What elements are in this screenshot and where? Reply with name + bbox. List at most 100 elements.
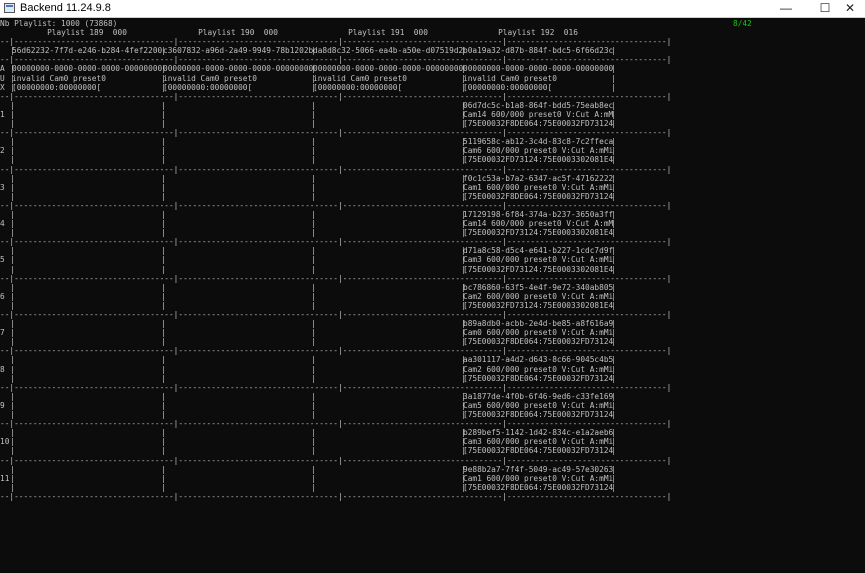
separator-line: --|----------------------------------|--… [0, 164, 672, 174]
entry-line: 2Cam6 600/000 preset0 V:Cut A:mMix002|||… [0, 146, 865, 155]
entry-line: [75E00032F8DE064:75E00032FD73124[| | | | | [0, 337, 865, 346]
column-separator: | [461, 300, 466, 310]
entry-id: 3a1877de-4f0b-6f46-9ed6-c33fe169 [463, 391, 613, 401]
column-separator: | [611, 46, 616, 56]
entry-line: 1Cam14 600/000 preset0 V:Cut A:mMix002||… [0, 110, 865, 119]
entry-info: Cam14 600/000 preset0 V:Cut A:mMix002 [463, 219, 613, 229]
column-separator: | [461, 391, 466, 401]
column-separator: | [10, 364, 15, 374]
column-separator: | [161, 291, 166, 301]
column-separator: | [161, 473, 166, 483]
column-separator: | [611, 328, 616, 338]
column-separator: | [311, 355, 316, 365]
playlist-id: da8d8c32-5066-ea4b-a50e-d07519d2 [313, 46, 463, 56]
column-separator: | [161, 400, 166, 410]
column-separator: | [461, 119, 466, 129]
row-marker: X [0, 82, 5, 92]
entry-id: f0c1c53a-b7a2-6347-ac5f-47162222 [463, 173, 613, 183]
column-separator: | [10, 182, 15, 192]
column-separator: | [611, 464, 616, 474]
column-separator: | [161, 119, 166, 129]
column-separator: | [611, 255, 616, 265]
column-separator: | [611, 319, 616, 329]
row-marker: A [0, 64, 5, 74]
column-separator: | [161, 228, 166, 238]
close-button[interactable]: ✕ [835, 0, 865, 17]
column-separator: | [311, 328, 316, 338]
entry-line: d71a8c58-d5c4-e641-b227-1cdc7d9f | | | | | [0, 246, 865, 255]
column-separator: | [611, 219, 616, 229]
entry-index: 6 [0, 291, 5, 301]
column-separator: | [461, 337, 466, 347]
separator-line: --|----------------------------------|--… [0, 237, 672, 247]
column-separator: | [611, 282, 616, 292]
entry-index: 10 [0, 437, 10, 447]
column-separator: | [161, 82, 166, 92]
column-separator: | [611, 300, 616, 310]
column-separator: | [311, 146, 316, 156]
column-separator: | [10, 328, 15, 338]
console-output[interactable]: Nb Playlist: 1000 (73868) 8/42 Playlist 18… [0, 18, 865, 573]
entry-index: 1 [0, 109, 5, 119]
column-separator: | [161, 146, 166, 156]
separator-line: --|----------------------------------|--… [0, 455, 672, 465]
entry-info: Cam0 600/000 preset0 V:Cut A:mMix0022 [463, 328, 613, 338]
column-separator: | [10, 473, 15, 483]
column-separator: | [10, 219, 15, 229]
column-separator: | [161, 410, 166, 420]
entry-id: 06d7dc5c-b1a8-864f-bdd5-75eab8ec [463, 100, 613, 110]
column-separator: | [611, 428, 616, 438]
column-separator: | [461, 109, 466, 119]
column-separator: | [611, 410, 616, 420]
column-separator: | [311, 182, 316, 192]
entry-id: 17129198-6f84-374a-b237-3650a3ff [463, 209, 613, 219]
entry-range: [75E00032F8DE064:75E00032FD73124[ [463, 373, 613, 383]
x-value: [00000000:00000000[ [313, 82, 403, 92]
column-separator: | [161, 155, 166, 165]
entry-range: [75E00032F8DE064:75E00032FD73124[ [463, 446, 613, 456]
column-separator: | [311, 100, 316, 110]
column-separator: | [10, 446, 15, 456]
column-separator: | [10, 119, 15, 129]
playlist-id: 56d62232-7f7d-e246-b284-4fef2200 [12, 46, 162, 56]
column-separator: | [10, 73, 15, 83]
u-value: invalid Cam0 preset0 [463, 73, 557, 83]
column-separator: | [161, 246, 166, 256]
column-separator: | [611, 391, 616, 401]
column-separator: | [311, 410, 316, 420]
separator-line: --|----------------------------------|--… [0, 491, 672, 501]
column-separator: | [10, 355, 15, 365]
entry-id: b89a8db0-acbb-2e4d-be85-a8f616a9 [463, 319, 613, 329]
separator-line: --|----------------------------------|--… [0, 55, 672, 65]
column-separator: | [461, 410, 466, 420]
column-separator: | [161, 64, 166, 74]
x-row: X [00000000:00000000[[00000000:00000000[[… [0, 83, 865, 92]
playlist-id: c3607832-a96d-2a49-9949-78b1202b [163, 46, 313, 56]
entry-id: aa301117-a4d2-d643-8c66-9045c4b5 [463, 355, 613, 365]
column-separator: | [461, 82, 466, 92]
column-separator: | [10, 428, 15, 438]
u-value: invalid Cam0 preset0 [12, 73, 106, 83]
column-separator: | [311, 155, 316, 165]
separator-line: --|----------------------------------|--… [0, 200, 672, 210]
entry-line: [75E00032F8DE064:75E00032FD73124[| | | | | [0, 483, 865, 492]
column-separator: | [611, 100, 616, 110]
entry-line: 3Cam1 600/000 preset0 V:Cut A:mMix002|||… [0, 183, 865, 192]
column-separator: | [311, 82, 316, 92]
column-separator: | [611, 119, 616, 129]
app-icon [4, 3, 15, 13]
column-separator: | [461, 228, 466, 238]
entry-line: 9Cam5 600/000 preset0 V:Cut A:mMix002|||… [0, 401, 865, 410]
column-separator: | [311, 219, 316, 229]
column-separator: | [161, 173, 166, 183]
column-separator: | [10, 209, 15, 219]
entry-line: b289bef5-1142-1d42-834c-e1a2aeb6 | | | | | [0, 428, 865, 437]
column-separator: | [161, 355, 166, 365]
column-separator: | [10, 109, 15, 119]
minimize-button[interactable]: — [771, 0, 801, 17]
entry-line: 5Cam3 600/000 preset0 V:Cut A:mMix002|||… [0, 255, 865, 264]
entry-line: aa301117-a4d2-d643-8c66-9045c4b5 | | | | | [0, 355, 865, 364]
entry-index: 2 [0, 146, 5, 156]
separator: --|----------------------------------|--… [0, 92, 865, 101]
u-value: invalid Cam0 preset0 [313, 73, 407, 83]
